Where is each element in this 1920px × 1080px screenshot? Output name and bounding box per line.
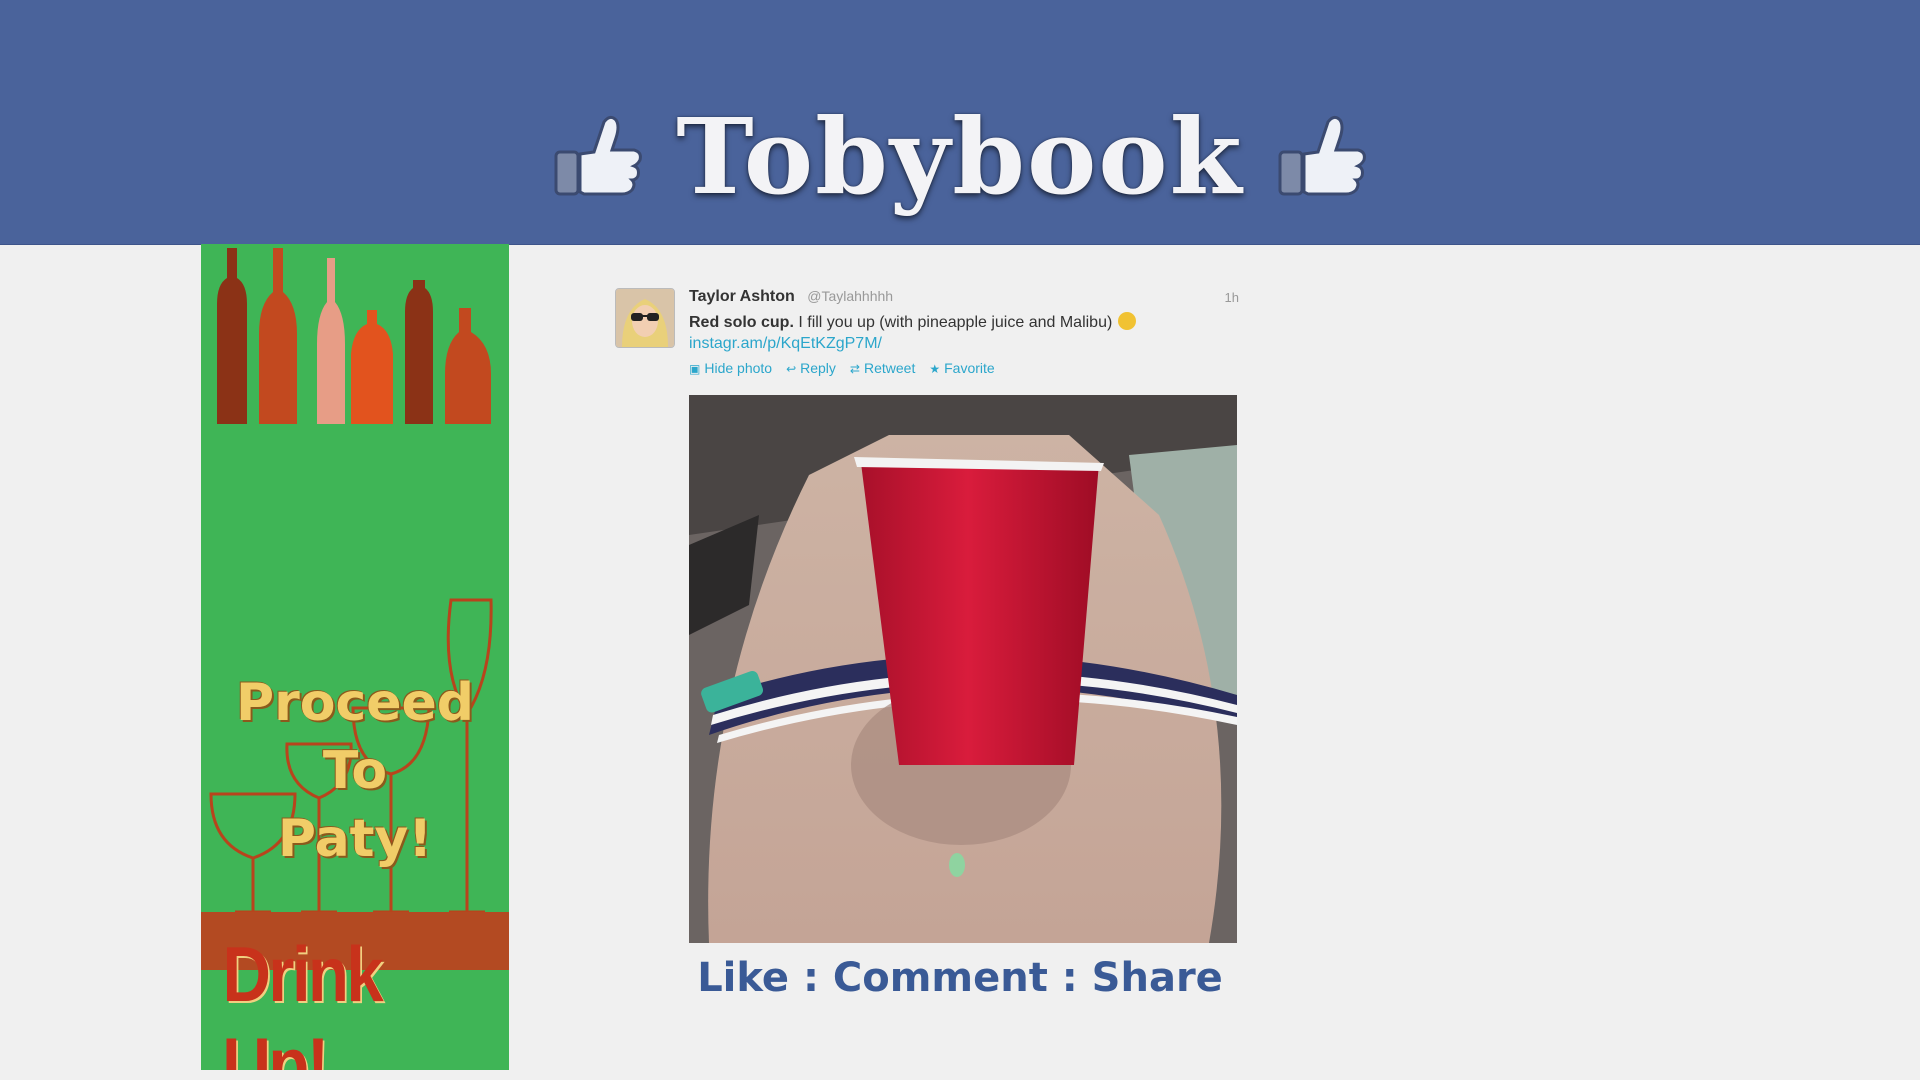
tweet-text-bold: Red solo cup. — [689, 314, 794, 331]
thumbs-up-icon — [1278, 115, 1366, 196]
reply-icon: ↩ — [786, 362, 797, 376]
hide-photo-label: Hide photo — [704, 360, 773, 376]
tweet-timestamp[interactable]: 1h — [1225, 290, 1239, 305]
retweet-label: Retweet — [863, 360, 916, 376]
tweet-photo-image — [689, 395, 1237, 943]
favorite-button[interactable]: ★ Favorite — [929, 360, 994, 376]
tweet-header: Taylor Ashton @Taylahhhhh 1h — [689, 288, 1239, 308]
avatar-image — [616, 289, 674, 347]
tweet-author-name[interactable]: Taylor Ashton — [689, 288, 795, 305]
tweet-link[interactable]: instagr.am/p/KqEtKZgP7M/ — [689, 335, 882, 353]
tweet-photo[interactable] — [689, 395, 1237, 943]
ad-line2: Paty! — [277, 809, 433, 869]
tweet-text: Red solo cup. I fill you up (with pineap… — [689, 312, 1249, 332]
tweet-author-handle[interactable]: @Taylahhhhh — [807, 288, 893, 304]
ad-tagline: Drink Up! — [222, 930, 384, 1070]
reply-button[interactable]: ↩ Reply — [786, 360, 836, 376]
ad-headline: Proceed To Paty! — [201, 669, 509, 873]
hide-photo-button[interactable]: ▣ Hide photo — [689, 360, 772, 376]
favorite-label: Favorite — [944, 360, 995, 376]
site-header: Tobybook — [0, 0, 1920, 245]
brand: Tobybook — [0, 94, 1920, 218]
star-icon: ★ — [929, 362, 941, 376]
thumbs-up-icon — [554, 115, 643, 196]
reply-label: Reply — [800, 360, 836, 376]
grinning-emoji-icon — [1118, 312, 1137, 330]
retweet-button[interactable]: ⇄ Retweet — [850, 360, 915, 376]
like-comment-share[interactable]: Like : Comment : Share — [690, 955, 1230, 1001]
retweet-icon: ⇄ — [849, 362, 860, 376]
ad-tagline-area: Drink Up! — [201, 930, 509, 1070]
avatar[interactable] — [615, 288, 675, 348]
photo-icon: ▣ — [689, 362, 701, 376]
party-ad-banner[interactable]: Proceed To Paty! Drink Up! — [201, 244, 509, 1070]
ad-line1: Proceed To — [235, 673, 475, 801]
tweet-actions: ▣ Hide photo ↩ Reply ⇄ Retweet ★ Favorite — [689, 360, 995, 376]
site-title: Tobybook — [676, 94, 1244, 218]
tweet-text-rest: I fill you up (with pineapple juice and … — [793, 314, 1113, 331]
